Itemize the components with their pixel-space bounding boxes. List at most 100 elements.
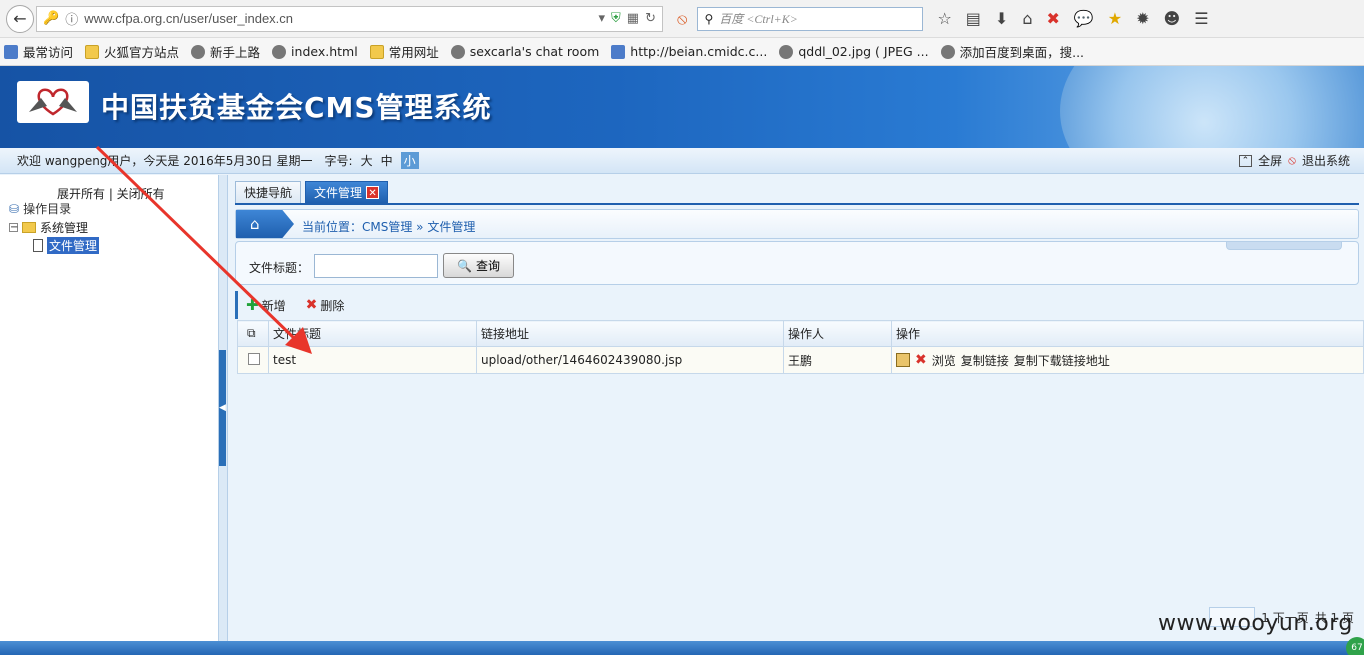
plus-icon: ✚ [246,296,259,314]
document-icon [33,239,43,252]
tree-group[interactable]: − 系统管理 [9,219,88,236]
globe-icon [272,44,287,59]
table-header-row: ⧉ 文件标题 链接地址 操作人 操作 [237,320,1364,347]
copy-icon[interactable]: ⧉ [247,326,256,340]
bookmark-item[interactable]: 新手上路 [191,42,260,61]
collapse-left-icon: ◀ [219,403,226,413]
tree-root-label: 操作目录 [23,202,72,216]
bookmark-item[interactable]: qddl_02.jpg ( JPEG ... [779,44,929,59]
select-all-cell[interactable]: ⧉ [237,320,269,347]
qr-icon[interactable]: ▦ [627,11,639,26]
bookmark-item[interactable]: http://beian.cmidc.c... [611,44,767,59]
tab-file-management[interactable]: 文件管理 ✕ [305,181,389,203]
search-placeholder: 百度 <Ctrl+K> [719,12,798,26]
panel-decoration [1226,242,1342,250]
table-row[interactable]: test upload/other/1464602439080.jsp 王鹏 ✖… [237,346,1364,374]
reload-icon[interactable]: ↻ [645,11,656,26]
globe-icon [779,44,794,59]
row-checkbox[interactable] [248,352,260,365]
home-icon[interactable]: ⌂ [1022,9,1032,28]
row-checkbox-cell[interactable] [237,346,269,374]
search-box[interactable]: ⚲ 百度 <Ctrl+K> [697,6,924,31]
star-icon[interactable]: ☆ [937,9,951,28]
folder-icon [369,44,384,59]
block-icon[interactable]: ⦸ [677,9,687,29]
fullscreen-icon: ⌃ [1238,154,1253,167]
cell-link: upload/other/1464602439080.jsp [476,346,784,374]
font-size-small[interactable]: 小 [400,152,419,169]
delete-icon: ✖ [305,297,318,313]
bookmark-item[interactable]: 火狐官方站点 [85,42,179,61]
globe-icon [191,44,206,59]
tree-item-file-management[interactable]: 文件管理 [33,237,100,254]
app-banner: 中国扶贫基金会CMS管理系统 [0,66,1364,148]
file-table: ⧉ 文件标题 链接地址 操作人 操作 test upload/other/146… [237,320,1364,374]
font-size-medium[interactable]: 中 [381,152,393,169]
browser-toolbar: ← 🔑 ⓘ www.cfpa.org.cn/user/user_index.cn… [0,0,1364,38]
shield-doc-icon [611,44,626,59]
bug-icon[interactable]: ✹ [1136,9,1149,28]
dropdown-icon[interactable]: ▾ [599,11,606,26]
font-size-label: 字号: [324,154,353,168]
extension-star-icon[interactable]: ★ [1108,9,1122,28]
folder-open-icon [22,222,36,233]
file-title-input[interactable] [314,254,438,278]
add-label: 新增 [261,298,286,313]
chat-icon[interactable]: 💬 [1074,9,1094,28]
arrow-left-icon: ← [13,9,27,28]
database-icon: ⛁ [9,201,20,216]
header-actions: 操作 [891,320,1364,347]
minus-box-icon[interactable]: − [9,223,18,233]
download-icon[interactable]: ⬇ [995,9,1008,28]
bookmark-icon [4,44,18,59]
query-button[interactable]: 🔍 查询 [443,253,514,278]
delete-button[interactable]: ✖ 删除 [306,297,345,314]
header-link[interactable]: 链接地址 [476,320,784,347]
header-file-title[interactable]: 文件标题 [268,320,477,347]
copy-download-link[interactable]: 复制下载链接地址 [1014,352,1110,369]
header-operator[interactable]: 操作人 [783,320,892,347]
breadcrumb-text: 当前位置：CMS管理 » 文件管理 [302,220,476,234]
bookmark-item[interactable]: sexcarla's chat room [450,44,599,59]
shield-icon[interactable]: ⛨ [611,11,621,26]
bookmark-item[interactable]: 添加百度到桌面，搜... [940,42,1084,61]
breadcrumb: ⌂ 当前位置：CMS管理 » 文件管理 [235,209,1359,239]
font-size-large[interactable]: 大 [361,152,373,169]
smiley-icon[interactable]: ☻ [1164,9,1181,28]
file-title-label: 文件标题： [249,261,310,275]
url-text[interactable]: www.cfpa.org.cn/user/user_index.cn [84,11,592,26]
splitter-handle[interactable]: ◀ [219,350,226,466]
logout-icon: ⦸ [1288,153,1296,167]
tree-root[interactable]: ⛁ 操作目录 [9,200,71,217]
fullscreen-link[interactable]: 全屏 [1258,152,1282,169]
bookmark-item[interactable]: 最常访问 [4,42,73,61]
bookmark-item[interactable]: 常用网址 [369,42,439,61]
reader-icon[interactable]: ▤ [966,9,981,28]
edit-icon[interactable] [896,353,910,367]
globe-icon [940,44,955,59]
copy-link[interactable]: 复制链接 [961,352,1009,369]
delete-row-icon[interactable]: ✖ [915,352,927,368]
delete-label: 删除 [320,298,345,313]
grid-toolbar: ✚ 新增 ✖ 删除 [235,291,1364,319]
app-title: 中国扶贫基金会CMS管理系统 [101,91,492,124]
home-icon[interactable]: ⌂ [236,210,294,238]
add-button[interactable]: ✚ 新增 [246,296,286,314]
tab-strip: 快捷导航 文件管理 ✕ [235,181,389,203]
tree-expand-collapse[interactable]: 展开所有 | 关闭所有 [57,185,165,202]
close-icon[interactable]: ✕ [366,186,380,199]
toolbar-icons: ☆ ▤ ⬇ ⌂ ✖ 💬 ★ ✹ ☻ ☰ [937,9,1208,28]
back-button[interactable]: ← [6,4,34,33]
bookmarks-bar: 最常访问 火狐官方站点 新手上路 index.html 常用网址 sexcarl… [0,38,1364,66]
tab-quick-nav[interactable]: 快捷导航 [235,181,302,203]
adblock-icon[interactable]: ✖ [1046,9,1059,28]
menu-icon[interactable]: ☰ [1194,9,1208,28]
logo [17,81,89,123]
folder-icon [85,44,100,59]
logout-link[interactable]: 退出系统 [1302,152,1350,169]
info-icon[interactable]: ⓘ [65,9,78,28]
bookmark-item[interactable]: index.html [272,44,358,59]
browse-link[interactable]: 浏览 [932,352,956,369]
address-bar[interactable]: 🔑 ⓘ www.cfpa.org.cn/user/user_index.cn ▾… [36,5,663,32]
tab-label: 文件管理 [314,186,363,200]
